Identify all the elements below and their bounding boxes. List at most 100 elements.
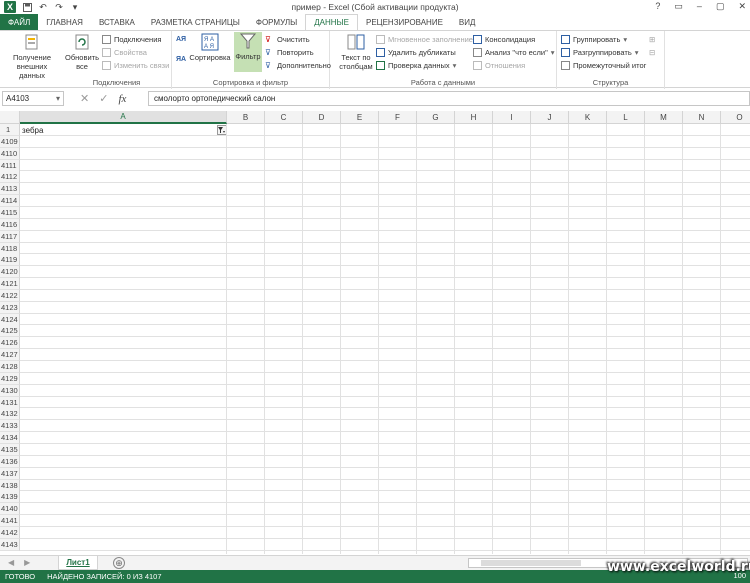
column-header-h[interactable]: H xyxy=(455,111,493,124)
sheet-nav-prev-icon[interactable]: ◀ xyxy=(8,558,14,567)
row-header[interactable]: 4109 xyxy=(0,135,20,148)
column-header-i[interactable]: I xyxy=(493,111,531,124)
row-header[interactable]: 4118 xyxy=(0,242,20,255)
minimize-button[interactable]: – xyxy=(697,1,702,12)
row-header[interactable]: 4134 xyxy=(0,432,20,445)
insert-function-icon[interactable]: fx xyxy=(118,93,126,105)
row-header[interactable]: 4111 xyxy=(0,159,20,172)
redo-icon[interactable]: ↷ xyxy=(54,2,64,12)
save-icon[interactable] xyxy=(22,2,32,12)
show-detail-button[interactable]: ⊞ xyxy=(649,35,655,44)
column-header-l[interactable]: L xyxy=(607,111,645,124)
column-header-n[interactable]: N xyxy=(683,111,721,124)
column-header-d[interactable]: D xyxy=(303,111,341,124)
ribbon-display-button[interactable]: ▭ xyxy=(674,1,683,12)
tab-insert[interactable]: ВСТАВКА xyxy=(91,14,143,30)
column-header-b[interactable]: B xyxy=(227,111,265,124)
row-header[interactable]: 4128 xyxy=(0,361,20,373)
tab-home[interactable]: ГЛАВНАЯ xyxy=(38,14,91,30)
tab-review[interactable]: РЕЦЕНЗИРОВАНИЕ xyxy=(358,14,451,30)
row-header[interactable]: 4143 xyxy=(0,538,20,551)
advanced-filter-button[interactable]: ⊽ Дополнительно xyxy=(265,61,331,70)
subtotal-button[interactable]: Промежуточный итог xyxy=(561,61,646,70)
refresh-all-button[interactable]: Обновить все xyxy=(64,33,100,71)
get-external-data-button[interactable]: Получение внешних данных xyxy=(4,33,60,80)
row-header[interactable]: 1 xyxy=(0,124,20,136)
row-header[interactable]: 4119 xyxy=(0,254,20,267)
edit-links-button[interactable]: Изменить связи xyxy=(102,61,169,70)
row-header[interactable]: 4110 xyxy=(0,147,20,160)
sort-az-button[interactable]: АЯ xyxy=(176,36,186,43)
sheet-nav-next-icon[interactable]: ▶ xyxy=(24,558,30,567)
cancel-icon[interactable]: ✕ xyxy=(80,92,89,105)
column-header-o[interactable]: O xyxy=(721,111,750,124)
tab-page-layout[interactable]: РАЗМЕТКА СТРАНИЦЫ xyxy=(143,14,248,30)
hide-detail-button[interactable]: ⊟ xyxy=(649,48,655,57)
undo-icon[interactable]: ↶ xyxy=(38,2,48,12)
column-header-j[interactable]: J xyxy=(531,111,569,124)
sort-button[interactable]: Я АА Я Сортировка xyxy=(189,33,231,62)
select-all-corner[interactable] xyxy=(0,111,20,124)
tab-data[interactable]: ДАННЫЕ xyxy=(305,14,358,30)
row-header[interactable]: 4122 xyxy=(0,289,20,302)
column-header-g[interactable]: G xyxy=(417,111,455,124)
row-header[interactable]: 4132 xyxy=(0,408,20,421)
row-header[interactable]: 4113 xyxy=(0,183,20,196)
row-header[interactable]: 4120 xyxy=(0,266,20,279)
ungroup-button[interactable]: Разгруппировать ▾ xyxy=(561,48,639,57)
add-sheet-icon[interactable]: ⊕ xyxy=(113,557,125,569)
row-header[interactable]: 4126 xyxy=(0,337,20,350)
close-button[interactable]: ✕ xyxy=(738,1,746,12)
row-header[interactable]: 4130 xyxy=(0,384,20,397)
row-header[interactable]: 4127 xyxy=(0,349,20,362)
row-header[interactable]: 4131 xyxy=(0,396,20,409)
worksheet-grid[interactable]: зебра A B C D E F G H I J K L M N O 1 4109 4110 4111 4112 41… xyxy=(0,111,750,554)
group-button[interactable]: Группировать ▾ xyxy=(561,35,627,44)
row-header[interactable]: 4112 xyxy=(0,171,20,184)
maximize-button[interactable]: ▢ xyxy=(716,1,725,12)
row-header[interactable]: 4129 xyxy=(0,372,20,385)
row-header[interactable]: 4136 xyxy=(0,455,20,468)
column-header-e[interactable]: E xyxy=(341,111,379,124)
tab-file[interactable]: ФАЙЛ xyxy=(0,14,39,30)
reapply-button[interactable]: ⊽ Повторить xyxy=(265,48,314,57)
properties-button[interactable]: Свойства xyxy=(102,48,147,57)
text-to-columns-button[interactable]: Текст по столбцам xyxy=(336,33,376,71)
enter-icon[interactable]: ✓ xyxy=(99,92,108,105)
tab-view[interactable]: ВИД xyxy=(451,14,484,30)
row-header[interactable]: 4138 xyxy=(0,479,20,492)
sheet-tab[interactable]: Лист1 xyxy=(58,556,98,570)
formula-input[interactable]: смолорто ортопедический салон xyxy=(148,91,750,106)
row-header[interactable]: 4135 xyxy=(0,443,20,456)
column-header-f[interactable]: F xyxy=(379,111,417,124)
clear-filter-button[interactable]: ⊽ Очистить xyxy=(265,35,310,44)
column-header-k[interactable]: K xyxy=(569,111,607,124)
tab-formulas[interactable]: ФОРМУЛЫ xyxy=(248,14,305,30)
filter-button[interactable]: Фильтр xyxy=(234,32,262,72)
scrollbar-thumb[interactable] xyxy=(481,560,581,566)
row-header[interactable]: 4140 xyxy=(0,503,20,516)
row-header[interactable]: 4139 xyxy=(0,491,20,504)
row-header[interactable]: 4117 xyxy=(0,230,20,243)
remove-duplicates-button[interactable]: Удалить дубликаты xyxy=(376,48,456,57)
column-header-m[interactable]: M xyxy=(645,111,683,124)
row-header[interactable]: 4141 xyxy=(0,515,20,528)
row-header[interactable]: 4121 xyxy=(0,278,20,291)
customize-icon[interactable]: ▾ xyxy=(70,2,80,12)
column-header-c[interactable]: C xyxy=(265,111,303,124)
row-header[interactable]: 4114 xyxy=(0,195,20,208)
row-header[interactable]: 4133 xyxy=(0,420,20,433)
what-if-button[interactable]: Анализ "что если" ▾ xyxy=(473,48,555,57)
data-validation-button[interactable]: Проверка данных ▾ xyxy=(376,61,456,70)
row-header[interactable]: 4124 xyxy=(0,313,20,326)
column-header-a[interactable]: A xyxy=(20,111,227,124)
sort-za-button[interactable]: ЯА xyxy=(176,56,186,63)
help-button[interactable]: ? xyxy=(655,1,660,12)
flash-fill-button[interactable]: Мгновенное заполнение xyxy=(376,35,473,44)
row-header[interactable]: 4115 xyxy=(0,206,20,219)
row-header[interactable]: 4123 xyxy=(0,301,20,314)
consolidate-button[interactable]: Консолидация xyxy=(473,35,535,44)
row-header[interactable]: 4137 xyxy=(0,467,20,480)
row-header[interactable]: 4125 xyxy=(0,325,20,338)
row-header[interactable]: 4116 xyxy=(0,218,20,231)
